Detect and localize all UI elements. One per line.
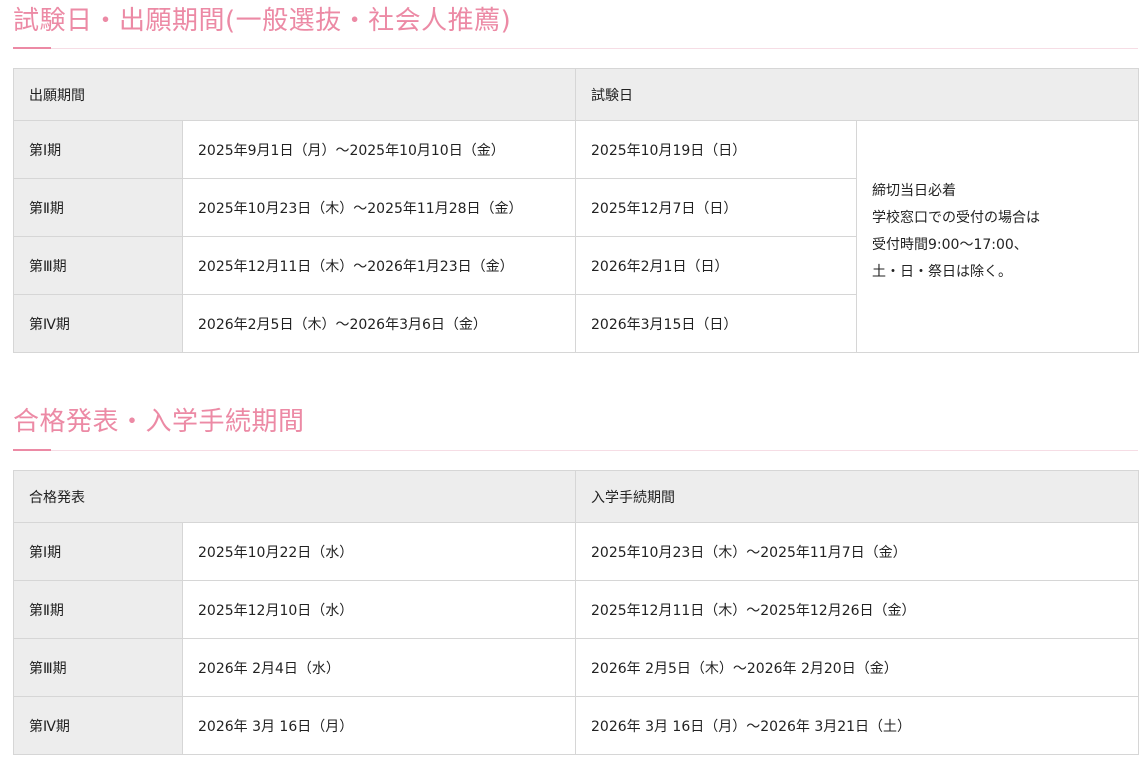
term-label: 第Ⅰ期 [13, 522, 183, 581]
note-line: 学校窓口での受付の場合は [872, 209, 1040, 226]
section-title-results-enrollment: 合格発表・入学手続期間 [13, 407, 305, 437]
announcement-date: 2025年12月10日（水） [182, 580, 576, 639]
header-exam-date: 試験日 [575, 68, 1139, 121]
exam-date: 2025年12月7日（日） [575, 178, 857, 237]
table-row: 第Ⅰ期 2025年9月1日（月）～2025年10月10日（金） 2025年10月… [13, 120, 1139, 353]
table-row: 第Ⅰ期 2025年10月22日（水） 2025年10月23日（木）～2025年1… [13, 522, 1139, 581]
announcement-date: 2025年10月22日（水） [182, 522, 576, 581]
exam-date: 2026年3月15日（日） [575, 294, 857, 353]
application-period: 2026年2月5日（木）～2026年3月6日（金） [182, 294, 576, 353]
enrollment-period: 2026年 2月5日（木）～2026年 2月20日（金） [575, 638, 1139, 697]
title-accent-bar [13, 449, 51, 451]
title-divider [13, 450, 1138, 451]
term-label: 第Ⅲ期 [13, 638, 183, 697]
enrollment-period: 2025年12月11日（木）～2025年12月26日（金） [575, 580, 1139, 639]
announcement-date: 2026年 3月 16日（月） [182, 696, 576, 755]
term-label: 第Ⅲ期 [13, 236, 183, 295]
application-period: 2025年9月1日（月）～2025年10月10日（金） [182, 120, 576, 179]
title-divider [13, 48, 1138, 49]
announcement-date: 2026年 2月4日（水） [182, 638, 576, 697]
note-line: 土・日・祭日は除く。 [872, 263, 1012, 280]
enrollment-period: 2025年10月23日（木）～2025年11月7日（金） [575, 522, 1139, 581]
header-enrollment-period: 入学手続期間 [575, 470, 1139, 523]
table-header-row: 合格発表 入学手続期間 [13, 470, 1139, 523]
table-row: 第Ⅱ期 2025年12月10日（水） 2025年12月11日（木）～2025年1… [13, 580, 1139, 639]
enrollment-period: 2026年 3月 16日（月）～2026年 3月21日（土） [575, 696, 1139, 755]
note-line: 受付時間9:00～17:00、 [872, 236, 1028, 253]
section-title-exam-schedule: 試験日・出願期間(一般選抜・社会人推薦) [13, 6, 512, 36]
exam-date: 2026年2月1日（日） [575, 236, 857, 295]
header-announcement: 合格発表 [13, 470, 576, 523]
table-header-row: 出願期間 試験日 [13, 68, 1139, 121]
results-enrollment-table: 合格発表 入学手続期間 第Ⅰ期 2025年10月22日（水） 2025年10月2… [13, 470, 1139, 755]
deadline-note: 締切当日必着 学校窓口での受付の場合は 受付時間9:00～17:00、 土・日・… [856, 120, 1139, 353]
header-application-period: 出願期間 [13, 68, 576, 121]
term-label: 第Ⅰ期 [13, 120, 183, 179]
exam-date: 2025年10月19日（日） [575, 120, 857, 179]
exam-schedule-table: 出願期間 試験日 第Ⅰ期 2025年9月1日（月）～2025年10月10日（金）… [13, 68, 1139, 353]
table-row: 第Ⅲ期 2026年 2月4日（水） 2026年 2月5日（木）～2026年 2月… [13, 638, 1139, 697]
note-line: 締切当日必着 [872, 182, 956, 199]
term-label: 第Ⅳ期 [13, 696, 183, 755]
term-label: 第Ⅳ期 [13, 294, 183, 353]
term-label: 第Ⅱ期 [13, 580, 183, 639]
term-label: 第Ⅱ期 [13, 178, 183, 237]
table-row: 第Ⅳ期 2026年 3月 16日（月） 2026年 3月 16日（月）～2026… [13, 696, 1139, 755]
application-period: 2025年12月11日（木）～2026年1月23日（金） [182, 236, 576, 295]
application-period: 2025年10月23日（木）～2025年11月28日（金） [182, 178, 576, 237]
title-accent-bar [13, 47, 51, 49]
